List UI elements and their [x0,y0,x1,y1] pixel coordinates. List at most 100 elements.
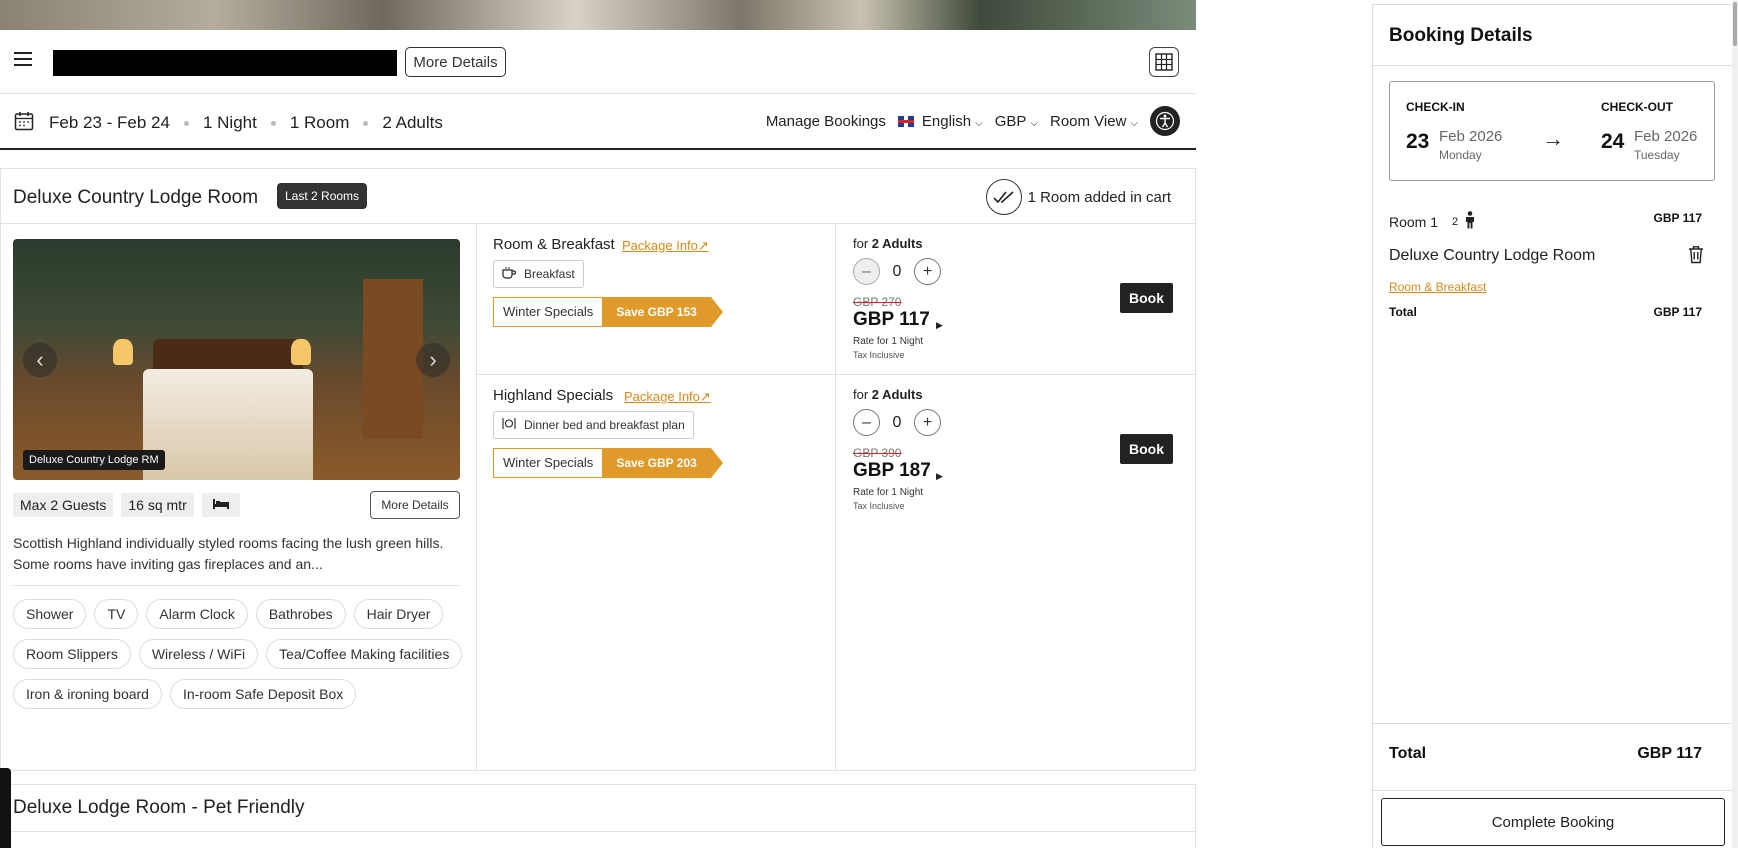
chevron-down-icon: ⌵ [1130,117,1138,129]
book-button[interactable]: Book [1120,283,1173,313]
calendar-icon[interactable] [14,111,34,136]
search-summary-bar: Feb 23 - Feb 24 1 Night 1 Room 2 Adults … [0,94,1196,150]
grand-total-label: Total [1389,745,1427,762]
occupancy-adults: 2 Adults [871,236,923,251]
photo-decor [113,339,133,365]
offer-banner: Winter Specials Save GBP 203 [493,448,723,478]
rate-note: Rate for 1 Night [853,336,924,347]
occupancy-label: for 2 Adults [853,387,923,402]
caret-right-icon[interactable]: ▶ [936,471,943,482]
amenity-chip: Alarm Clock [146,599,248,629]
offer-savings: Save GBP 203 [602,448,723,478]
view-label: Room View [1049,112,1127,130]
decrement-button[interactable]: – [853,409,880,436]
double-check-icon [985,179,1022,215]
external-link-icon: ↗ [699,389,711,404]
cart-status-text: 1 Room added in cart [1027,188,1171,206]
room-title: Deluxe Lodge Room - Pet Friendly [13,797,305,818]
divider [13,585,460,586]
meal-plan-tag: Dinner bed and breakfast plan [493,411,694,439]
cart-status: 1 Room added in cart [985,179,1171,215]
complete-booking-button[interactable]: Complete Booking [1381,798,1725,846]
divider [1373,65,1733,66]
amenity-chip: Wireless / WiFi [138,639,259,669]
external-link-icon: ↗ [697,238,709,253]
plate-cutlery-icon [502,417,516,433]
increment-button[interactable]: + [914,258,941,285]
checkin-weekday: Monday [1439,148,1482,162]
rate-plan-row: Room & Breakfast Package Info↗ Breakfast… [477,224,1196,375]
max-guests-chip: Max 2 Guests [13,493,114,517]
rate-plan-name: Highland Specials [493,387,614,404]
chevron-left-icon[interactable]: ‹ [23,343,57,377]
stay-adults: 2 Adults [382,113,443,132]
accessibility-icon[interactable] [1150,106,1180,136]
room-card: Deluxe Lodge Room - Pet Friendly [0,784,1196,848]
more-details-button[interactable]: More Details [405,47,506,77]
stay-dates: Feb 23 - Feb 24 [49,113,170,132]
grand-total-value: GBP 117 [1637,745,1702,762]
chevron-down-icon: ⌵ [1030,117,1038,129]
rate-note: Rate for 1 Night [853,487,924,498]
room-photo[interactable]: ‹ › Deluxe Country Lodge RM [13,239,460,480]
quantity-value: 0 [892,262,902,280]
original-price: GBP 270 [853,295,902,309]
panel-title: Booking Details [1389,25,1533,46]
chevron-down-icon: ⌵ [975,117,983,129]
amenity-chip: Bathrobes [255,599,346,629]
caret-right-icon[interactable]: ▶ [936,320,943,331]
decrement-button[interactable]: – [853,258,880,285]
amenity-chip: Iron & ironing board [13,679,162,709]
cart-subtotal-value: GBP 117 [1653,305,1702,319]
language-label: English [921,112,972,130]
photo-decor [291,339,311,365]
chevron-right-icon[interactable]: › [416,343,450,377]
room-more-details-button[interactable]: More Details [370,491,460,519]
header-bar: More Details [0,30,1196,94]
amenity-chip: In-room Safe Deposit Box [169,679,357,709]
quantity-stepper: – 0 + [853,409,941,436]
separator-dot [270,120,276,126]
offer-label: Winter Specials [493,297,603,327]
grid-view-icon[interactable] [1149,47,1179,77]
checkin-month: Feb 2026 [1439,128,1503,145]
arrow-right-icon: → [1542,126,1564,151]
manage-bookings-link[interactable]: Manage Bookings [766,113,886,130]
bed-icon [201,493,240,517]
book-button[interactable]: Book [1120,434,1173,464]
package-info-link[interactable]: Package Info↗ [624,389,711,405]
language-select[interactable]: English ⌵ [897,112,983,130]
increment-button[interactable]: + [914,409,941,436]
room-title: Deluxe Country Lodge Room [13,187,259,208]
cart-rate-link[interactable]: Room & Breakfast [1389,280,1486,294]
hero-image-strip [0,0,1196,30]
package-info-label: Package Info [624,389,700,404]
cart-room-line: Room 1 2 [1389,211,1476,232]
offer-banner: Winter Specials Save GBP 153 [493,297,723,327]
package-info-link[interactable]: Package Info↗ [622,238,709,254]
offer-label: Winter Specials [493,448,603,478]
quantity-value: 0 [892,413,902,431]
rate-plan-row: Highland Specials Package Info↗ Dinner b… [477,375,1196,526]
currency-select[interactable]: GBP ⌵ [995,113,1038,130]
occupancy-prefix: for [853,236,869,251]
view-select[interactable]: Room View ⌵ [1050,113,1138,130]
meal-plan-label: Breakfast [524,267,575,281]
scrollbar-track[interactable] [1732,0,1738,848]
rate-plan-name: Room & Breakfast [493,236,615,253]
divider [1,831,1195,832]
stay-summary[interactable]: Feb 23 - Feb 24 1 Night 1 Room 2 Adults [49,113,443,133]
separator-dot [363,120,369,126]
hamburger-menu-icon[interactable] [14,52,32,66]
room-size-chip: 16 sq mtr [121,493,194,517]
discounted-price: GBP 187 [853,460,931,481]
offer-savings: Save GBP 153 [602,297,723,327]
stay-rooms: 1 Room [289,113,350,132]
trash-icon[interactable] [1688,245,1704,269]
scrollbar-thumb[interactable] [1733,2,1737,46]
occupancy-prefix: for [853,387,869,402]
cart-room-price: GBP 117 [1653,211,1702,225]
cart-room-name: Deluxe Country Lodge Room [1389,247,1596,264]
cart-room-label: Room 1 [1389,213,1439,230]
checkin-day: 23 [1406,130,1430,153]
